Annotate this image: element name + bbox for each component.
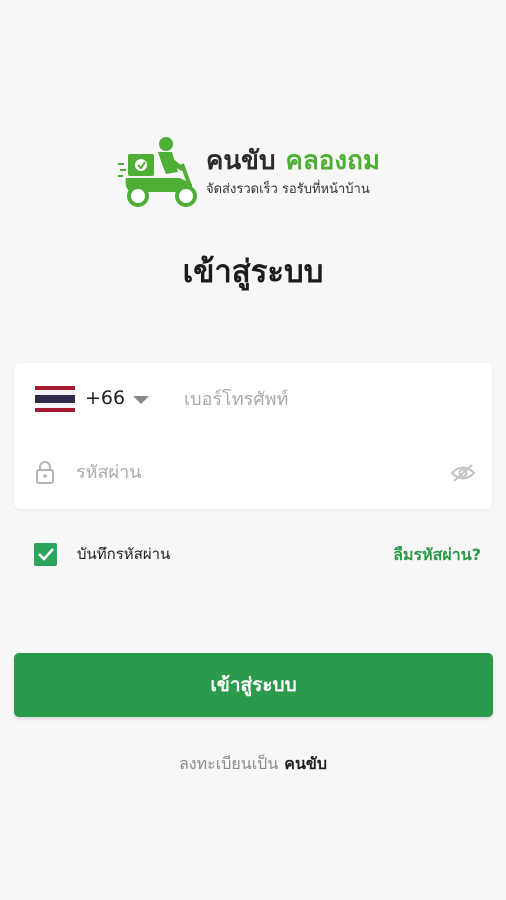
brand-name: คนขับ — [206, 145, 276, 176]
login-form-card: +66 — [14, 363, 492, 509]
delivery-scooter-icon — [118, 137, 197, 207]
register-line: ลงทะเบียนเป็น คนขับ — [0, 752, 506, 777]
register-driver-link[interactable]: คนขับ — [284, 754, 327, 773]
remember-password[interactable]: บันทึกรหัสผ่าน — [34, 542, 170, 566]
lock-icon — [36, 461, 54, 484]
phone-row: +66 — [14, 363, 492, 435]
forgot-password-link[interactable]: ลืมรหัสผ่าน? — [393, 543, 481, 568]
register-prefix: ลงทะเบียนเป็น — [179, 754, 279, 773]
login-button[interactable]: เข้าสู่ระบบ — [14, 653, 493, 717]
brand-name-highlight: คลองถม — [285, 145, 380, 176]
password-row — [14, 436, 492, 509]
eye-off-icon[interactable] — [451, 463, 475, 483]
remember-checkbox[interactable] — [34, 542, 57, 566]
page-title: เข้าสู่ระบบ — [182, 254, 324, 290]
app-logo: คนขับ คลองถม จัดส่งรวดเร็ว รอรับที่หน้าบ้… — [118, 134, 398, 210]
brand-tagline: จัดส่งรวดเร็ว รอรับที่หน้าบ้าน — [206, 181, 370, 197]
chevron-down-icon[interactable] — [133, 396, 149, 404]
remember-label: บันทึกรหัสผ่าน — [77, 545, 171, 563]
thailand-flag-icon[interactable] — [35, 386, 75, 412]
phone-input[interactable] — [184, 385, 474, 413]
check-icon — [37, 548, 54, 561]
country-code[interactable]: +66 — [85, 387, 125, 409]
password-input[interactable] — [76, 458, 436, 486]
